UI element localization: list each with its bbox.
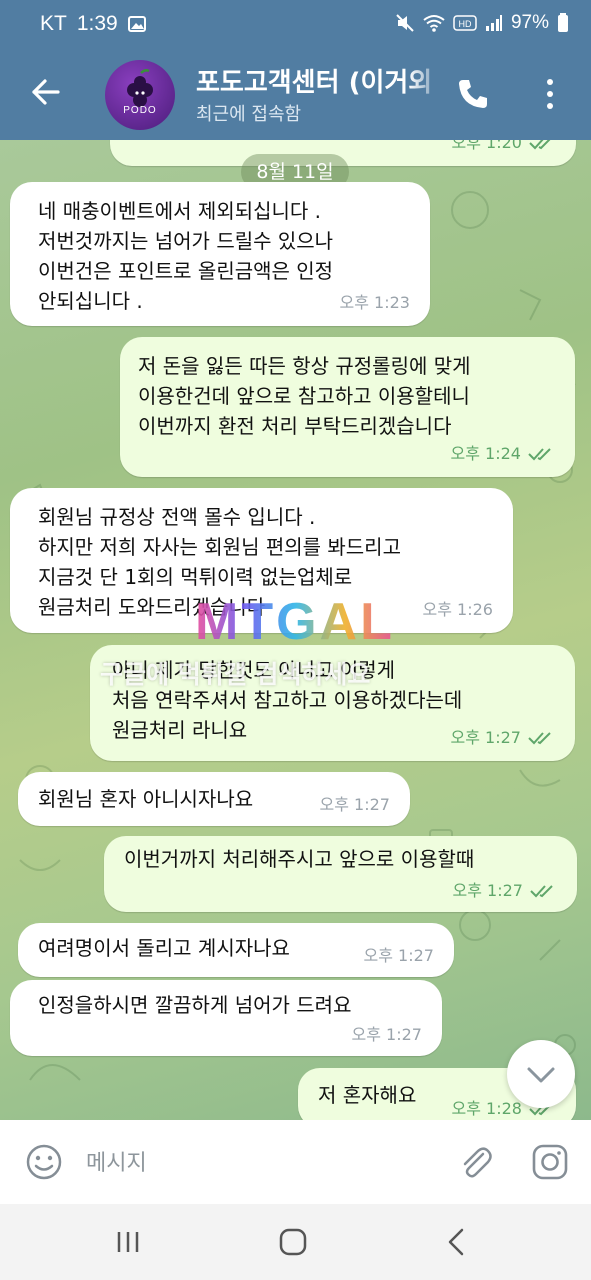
- system-navigation-bar: [0, 1204, 591, 1280]
- message-bubble-incoming[interactable]: 회원님 혼자 아니시자나요 오후 1:27: [18, 772, 410, 826]
- chat-title[interactable]: 포도고객센터 (이거외: [196, 62, 446, 99]
- message-time: 오후 1:20: [451, 140, 522, 152]
- wifi-icon: [423, 15, 445, 32]
- message-bubble-incoming[interactable]: 네 매충이벤트에서 제외되십니다 . 저번것까지는 넘어가 드릴수 있으나 이번…: [10, 182, 430, 326]
- scroll-down-button[interactable]: [507, 1040, 575, 1108]
- message-time: 오후 1:27: [319, 795, 390, 814]
- mute-icon: [396, 14, 414, 32]
- message-meta: 오후 1:23: [340, 288, 410, 318]
- avatar[interactable]: PODO: [105, 60, 175, 130]
- back-arrow-icon[interactable]: [26, 72, 66, 112]
- message-time: 오후 1:27: [363, 946, 434, 965]
- battery-level: 97%: [510, 12, 549, 33]
- message-meta: 오후 1:27: [320, 790, 390, 820]
- signal-icon: [485, 15, 502, 31]
- message-bubble-incoming[interactable]: 인정을하시면 깔끔하게 넘어가 드려요 오후 1:27: [10, 980, 442, 1056]
- message-meta: 오후 1:26: [423, 595, 493, 625]
- clock: 1:39: [76, 12, 118, 35]
- emoji-icon[interactable]: [24, 1142, 64, 1182]
- gallery-icon: [127, 16, 146, 32]
- more-vertical-icon[interactable]: [540, 76, 560, 112]
- watermark-logo: MTGAL: [195, 593, 395, 651]
- hd-icon: HD: [453, 15, 477, 31]
- message-text: 이번거까지 처리해주시고 앞으로 이용할때: [124, 847, 475, 871]
- last-seen-status: 최근에 접속함: [196, 104, 302, 125]
- read-receipt-icon: [529, 140, 551, 150]
- message-composer: [0, 1120, 591, 1204]
- message-meta: 오후 1:27: [352, 1020, 422, 1050]
- message-time: 오후 1:24: [450, 444, 521, 463]
- message-time: 오후 1:23: [339, 293, 410, 312]
- message-text: 저 돈을 잃든 따든 항상 규정롤링에 맞게 이용한건데 앞으로 참고하고 이용…: [138, 354, 471, 438]
- carrier-label: KT: [40, 12, 67, 35]
- message-time: 오후 1:27: [450, 728, 521, 747]
- svg-text:HD: HD: [458, 19, 471, 29]
- back-icon[interactable]: [440, 1224, 476, 1260]
- message-time: 오후 1:26: [422, 600, 493, 619]
- avatar-text: PODO: [123, 105, 157, 116]
- battery-icon: [558, 13, 568, 32]
- message-meta: 오후 1:27: [364, 941, 434, 971]
- message-text: 여려명이서 돌리고 계시자나요: [38, 936, 290, 960]
- watermark-caption: 구글에 먹튀갤 검색하세요: [100, 660, 371, 689]
- message-text: 저 혼자해요: [318, 1083, 417, 1107]
- read-receipt-icon: [530, 885, 553, 898]
- paperclip-icon[interactable]: [455, 1142, 495, 1182]
- message-meta: 오후 1:24: [451, 439, 555, 469]
- chat-area[interactable]: 오후 1:20 8월 11일 네 매충이벤트에서 제외되십니다 . 저번것까지는…: [0, 140, 591, 1120]
- message-text: 회원님 혼자 아니시자나요: [38, 787, 254, 811]
- message-bubble-outgoing[interactable]: 이번거까지 처리해주시고 앞으로 이용할때 오후 1:27: [104, 836, 577, 912]
- message-input[interactable]: [84, 1140, 428, 1186]
- message-text: 인정을하시면 깔끔하게 넘어가 드려요: [38, 993, 352, 1017]
- read-receipt-icon: [528, 448, 551, 461]
- message-time: 오후 1:27: [452, 881, 523, 900]
- status-bar: KT 1:39 HD 97%: [0, 0, 591, 48]
- grape-logo-icon: [127, 69, 153, 107]
- recent-apps-icon[interactable]: [110, 1224, 146, 1260]
- message-time: 오후 1:27: [351, 1025, 422, 1044]
- camera-icon[interactable]: [530, 1142, 570, 1182]
- phone-icon[interactable]: [455, 76, 491, 112]
- read-receipt-icon: [528, 732, 551, 745]
- message-meta: 오후 1:27: [451, 723, 555, 753]
- message-meta: 오후 1:20: [452, 140, 556, 158]
- message-bubble-incoming[interactable]: 여려명이서 돌리고 계시자나요 오후 1:27: [18, 923, 454, 977]
- message-bubble-outgoing[interactable]: 저 돈을 잃든 따든 항상 규정롤링에 맞게 이용한건데 앞으로 참고하고 이용…: [120, 337, 575, 477]
- home-icon[interactable]: [275, 1224, 311, 1260]
- message-meta: 오후 1:27: [453, 876, 557, 906]
- chat-header: PODO 포도고객센터 (이거외 최근에 접속함: [0, 48, 591, 140]
- chevron-down-icon: [527, 1067, 555, 1083]
